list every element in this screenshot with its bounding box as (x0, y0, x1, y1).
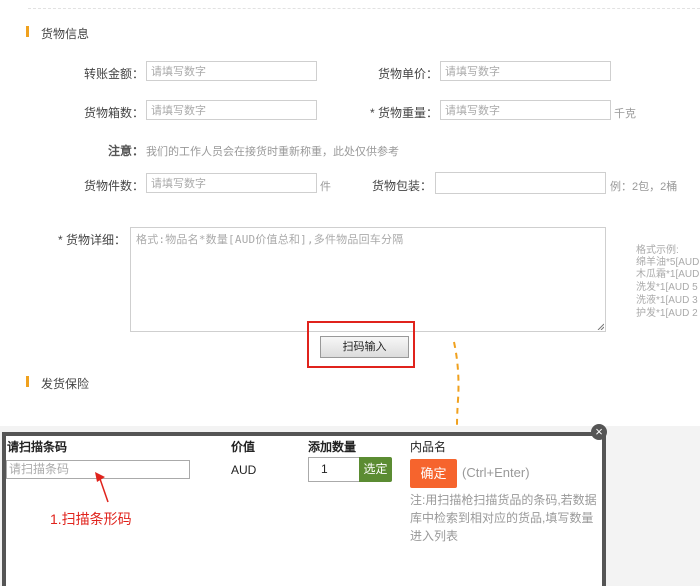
section-marker (26, 376, 29, 387)
transfer-amount-input[interactable]: 请填写数字 (146, 61, 317, 81)
scan-input-button[interactable]: 扫码输入 (320, 336, 409, 358)
col-header-qty: 添加数量 (308, 440, 357, 454)
annotation-pointer-icon (95, 472, 109, 503)
notice-text: 我们的工作人员会在接货时重新称重，此处仅供参考 (146, 146, 399, 158)
col-header-name: 内品名 (410, 440, 447, 454)
confirm-button[interactable]: 确定 (410, 459, 457, 488)
weight-input[interactable]: 请填写数字 (440, 100, 611, 120)
unit-price-input[interactable]: 请填写数字 (440, 61, 611, 81)
col-header-barcode: 请扫描条码 (7, 440, 68, 454)
piece-count-input[interactable]: 请填写数字 (146, 173, 317, 193)
section-title-insurance: 发货保险 (41, 377, 90, 391)
format-example-line: 护发*1[AUD 2 (636, 308, 698, 319)
details-label: * 货物详细： (57, 233, 126, 247)
quantity-input[interactable]: 1 (308, 457, 360, 482)
col-header-value: 价值 (231, 440, 256, 454)
shortcut-hint: (Ctrl+Enter) (462, 465, 530, 480)
packaging-label: 货物包装： (371, 179, 432, 193)
section-divider (28, 8, 700, 9)
details-textarea[interactable]: 格式:物品名*数量[AUD价值总和],多件物品回车分隔 (130, 227, 606, 332)
annotation-step1: 1.扫描条形码 (50, 511, 132, 527)
packaging-example: 例：2包，2桶 (610, 181, 678, 193)
piece-count-label: 货物件数： (83, 179, 144, 193)
select-button[interactable]: 选定 (359, 457, 392, 482)
value-currency: AUD (231, 463, 257, 477)
weight-label: * 货物重量： (369, 106, 438, 120)
piece-count-unit: 件 (320, 181, 331, 193)
close-icon[interactable]: × (591, 424, 607, 440)
details-placeholder: 格式:物品名*数量[AUD价值总和],多件物品回车分隔 (136, 233, 404, 246)
notice-label: 注意： (107, 144, 144, 158)
scan-note: 注:用扫描枪扫描货品的条码,若数据库中检索到相对应的货品,填写数量进入列表 (410, 493, 597, 543)
box-count-label: 货物箱数： (83, 106, 144, 120)
packaging-input[interactable] (435, 172, 606, 194)
box-count-input[interactable]: 请填写数字 (146, 100, 317, 120)
transfer-amount-label: 转账金额： (83, 67, 144, 81)
resize-handle-icon[interactable] (597, 323, 604, 330)
section-marker (26, 26, 29, 37)
weight-unit: 千克 (614, 108, 636, 120)
unit-price-label: 货物单价： (377, 67, 438, 81)
section-title-goods: 货物信息 (41, 27, 90, 41)
